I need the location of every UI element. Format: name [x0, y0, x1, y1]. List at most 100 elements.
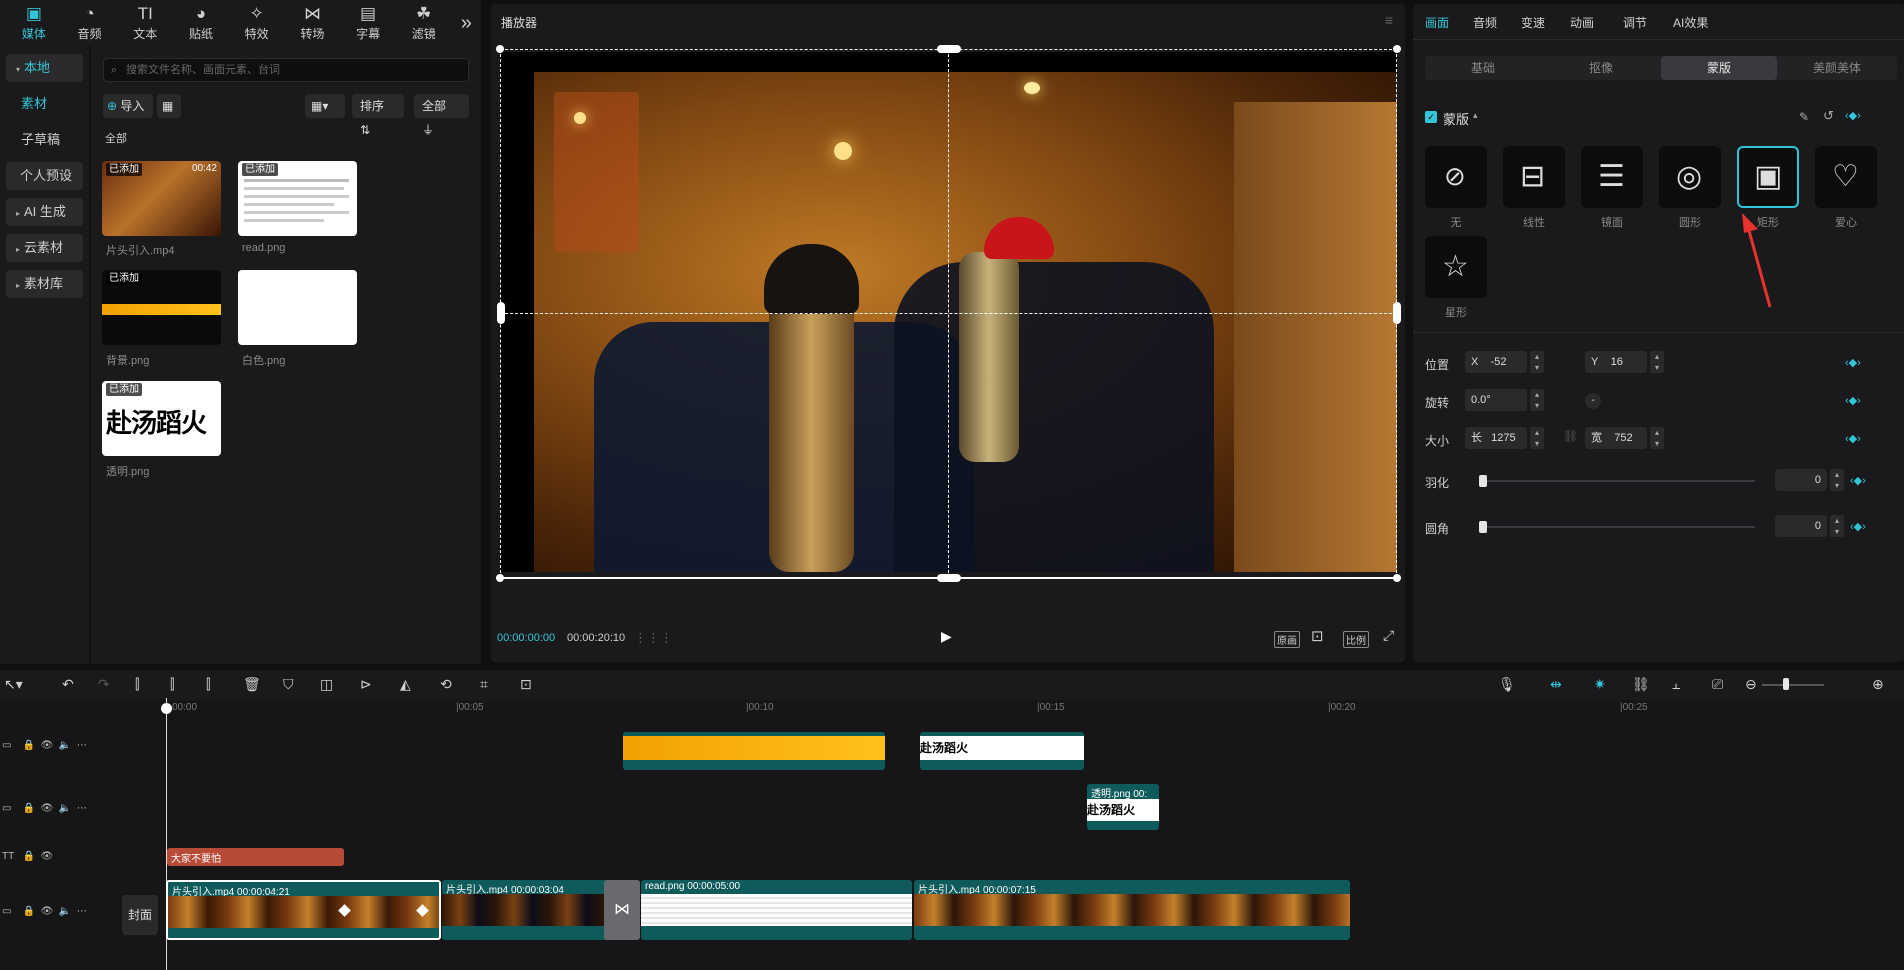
text-image-clip[interactable]: 赴汤蹈火 [920, 732, 1084, 770]
keyframe-icon[interactable]: ‹◆› [1845, 432, 1861, 445]
screenshot-icon[interactable]: ⊡ [1311, 627, 1324, 645]
media-item[interactable]: 已添加 [102, 270, 221, 345]
nav-ai[interactable]: ▸ AI 生成 [6, 198, 83, 226]
mask-mirror[interactable]: ☰ [1581, 146, 1643, 208]
waveform-icon[interactable]: ⋮⋮⋮ [634, 630, 673, 646]
undo-icon[interactable]: ↶ [62, 676, 74, 693]
playhead-handle[interactable] [161, 703, 172, 714]
mask-linear[interactable]: ⊟ [1503, 146, 1565, 208]
tab-effects[interactable]: ✧ 特效 [229, 0, 285, 46]
select-tool-icon[interactable]: ↖▾ [4, 676, 23, 693]
import-button[interactable]: ⊕ 导入 [103, 94, 153, 118]
mask-none[interactable]: ⊘ [1425, 146, 1487, 208]
edit-icon[interactable]: ✎ [1799, 110, 1809, 124]
delete-icon[interactable]: 🗑 [243, 676, 261, 693]
rotate-stepper[interactable]: ▴ ▾ [1530, 389, 1544, 411]
crop-icon[interactable]: ⌗ [480, 676, 488, 693]
nav-draft[interactable]: 子草稿 [6, 126, 83, 154]
shield-icon[interactable]: ⛉ [283, 676, 294, 693]
resize-handle[interactable] [496, 574, 504, 582]
media-item[interactable]: 已添加 00:42 [102, 161, 221, 236]
media-item[interactable]: 已添加 赴汤蹈火 [102, 381, 221, 456]
tab-speed[interactable]: 变速 [1521, 14, 1545, 31]
mask-checkbox[interactable]: ✓ [1425, 111, 1437, 123]
x-stepper[interactable]: ▴ ▾ [1530, 351, 1544, 373]
original-button[interactable]: 原画 [1274, 631, 1300, 648]
split-icon[interactable]: ⫿ [135, 676, 139, 693]
radius-slider-handle[interactable] [1479, 521, 1487, 533]
mirror-icon[interactable]: ◭ [400, 676, 411, 693]
tab-media[interactable]: ▣ 媒体 [6, 0, 62, 46]
nav-material[interactable]: 素材 [6, 90, 83, 118]
transition-icon[interactable]: ⋈ [604, 880, 640, 940]
position-x-field[interactable]: X -52 [1465, 351, 1527, 373]
mask-heart[interactable]: ♡ [1815, 146, 1877, 208]
rotate-icon[interactable]: ⟲ [440, 676, 452, 693]
more-tabs-icon[interactable]: » [452, 0, 481, 46]
track-controls[interactable]: ▭ 🔒 👁 🔈 ⋯ [2, 740, 87, 751]
resize-handle[interactable] [937, 574, 961, 582]
tab-audio[interactable]: ◔ 音频 [62, 0, 118, 46]
size-height-field[interactable]: 宽 752 [1585, 427, 1647, 449]
rotate-field[interactable]: 0.0° [1465, 389, 1527, 411]
menu-icon[interactable]: ≡ [1385, 12, 1393, 28]
resize-handle[interactable] [1393, 574, 1401, 582]
keyframe-icon[interactable]: ‹◆› [1850, 474, 1866, 487]
sort-button[interactable]: 排序 ⇅ [352, 94, 404, 137]
feather-field[interactable]: 0 [1775, 469, 1827, 491]
background-clip[interactable] [623, 732, 885, 770]
y-stepper[interactable]: ▴ ▾ [1650, 351, 1664, 373]
link-icon[interactable]: ⛓ [1563, 429, 1578, 443]
zoom-slider[interactable] [1762, 684, 1824, 686]
resize-handle[interactable] [496, 45, 504, 53]
mask-circle[interactable]: ◎ [1659, 146, 1721, 208]
tab-audio-props[interactable]: 音频 [1473, 14, 1497, 31]
chevron-up-icon[interactable]: ▴ [1473, 110, 1478, 121]
resize-handle[interactable] [937, 45, 961, 53]
fullscreen-icon[interactable]: ⤢ [1383, 627, 1394, 644]
media-item[interactable]: 已添加 [238, 161, 357, 236]
tab-captions[interactable]: ▤ 字幕 [340, 0, 396, 46]
tab-filters[interactable]: ☘ 滤镜 [396, 0, 452, 46]
track-controls[interactable]: TT 🔒 👁 [2, 851, 53, 862]
preview-axis-icon[interactable]: ⫠ [1672, 676, 1680, 693]
transparent-clip[interactable]: 透明.png 00: 赴汤蹈火 [1087, 784, 1159, 830]
tab-ai-effects[interactable]: AI效果 [1673, 14, 1708, 31]
video-clip[interactable]: 片头引入.mp4 00:00:07:15 [914, 880, 1350, 940]
radius-field[interactable]: 0 [1775, 515, 1827, 537]
resize-handle[interactable] [1393, 45, 1401, 53]
grid-icon[interactable]: ▦ [157, 94, 181, 118]
subtab-cutout[interactable]: 抠像 [1543, 56, 1659, 80]
ratio-button[interactable]: 比例 [1343, 631, 1369, 648]
radius-slider[interactable] [1483, 526, 1755, 528]
resize-handle[interactable] [1393, 302, 1401, 324]
keyframe-icon[interactable]: ‹◆› [1845, 394, 1861, 407]
subtab-basic[interactable]: 基础 [1425, 56, 1541, 80]
link-clips-icon[interactable]: ⛓ [1632, 676, 1650, 693]
image-clip[interactable]: read.png 00:00:05:00 [641, 880, 912, 940]
text-clip[interactable]: 大家不要怕 [167, 848, 344, 866]
speed-icon[interactable]: ⊳ [360, 676, 372, 693]
feather-slider[interactable] [1483, 480, 1755, 482]
radius-stepper[interactable]: ▴ ▾ [1830, 515, 1844, 537]
resize-handle[interactable] [497, 302, 505, 324]
zoom-out-icon[interactable]: ⊖ [1745, 676, 1757, 693]
freeze-icon[interactable]: ◫ [320, 676, 333, 693]
zoom-in-icon[interactable]: ⊕ [1872, 676, 1884, 693]
feather-slider-handle[interactable] [1479, 475, 1487, 487]
split-right-icon[interactable]: ⫿ [206, 676, 210, 693]
play-icon[interactable]: ▶ [941, 628, 952, 645]
microphone-icon[interactable]: 🎙 [1498, 676, 1516, 693]
split-left-icon[interactable]: ⫿ [170, 676, 174, 693]
nav-cloud[interactable]: ▸ 云素材 [6, 234, 83, 262]
subtab-beauty[interactable]: 美颜美体 [1779, 56, 1895, 80]
nav-local[interactable]: ▾ 本地 [6, 54, 83, 82]
size-width-field[interactable]: 长 1275 [1465, 427, 1527, 449]
nav-library[interactable]: ▸ 素材库 [6, 270, 83, 298]
mask-star[interactable]: ☆ [1425, 236, 1487, 298]
tab-text[interactable]: TI 文本 [117, 0, 173, 46]
monitor-icon[interactable]: ⎚ [1712, 676, 1723, 693]
filter-all-button[interactable]: 全部 ⏚ [414, 94, 469, 137]
position-y-field[interactable]: Y 16 [1585, 351, 1647, 373]
zoom-slider-handle[interactable] [1783, 678, 1789, 690]
